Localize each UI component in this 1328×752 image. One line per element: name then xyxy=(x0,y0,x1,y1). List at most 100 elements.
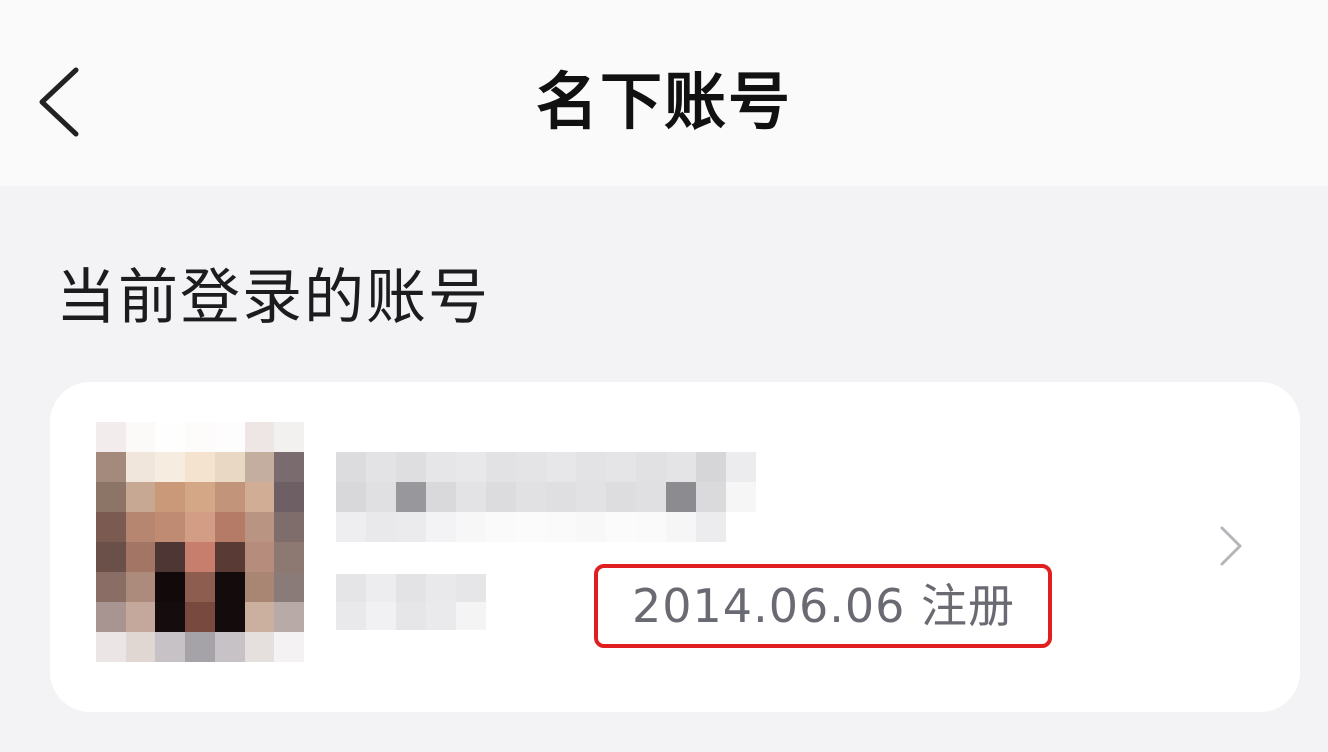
mosaic-cell xyxy=(274,482,304,512)
mosaic-cell xyxy=(125,572,156,602)
mosaic-cell xyxy=(726,452,756,482)
mosaic-cell xyxy=(486,452,516,482)
account-name-redacted xyxy=(336,452,756,542)
mosaic-cell xyxy=(336,574,366,602)
mosaic-cell xyxy=(576,452,606,482)
mosaic-cell xyxy=(576,482,606,512)
mosaic-cell xyxy=(576,512,606,542)
mosaic-cell xyxy=(274,632,304,662)
mosaic-cell xyxy=(426,482,456,512)
mosaic-cell xyxy=(214,512,245,542)
mosaic-cell xyxy=(666,452,696,482)
mosaic-cell xyxy=(214,632,245,662)
mosaic-cell xyxy=(155,422,186,452)
mosaic-cell xyxy=(486,512,516,542)
account-id-redacted xyxy=(336,574,486,630)
mosaic-cell xyxy=(666,512,696,542)
mosaic-cell xyxy=(96,632,126,662)
mosaic-cell xyxy=(456,574,486,602)
mosaic-cell xyxy=(546,452,576,482)
mosaic-cell xyxy=(456,452,486,482)
mosaic-cell xyxy=(426,452,456,482)
mosaic-cell xyxy=(546,512,576,542)
mosaic-cell xyxy=(244,602,275,632)
mosaic-cell xyxy=(396,452,426,482)
mosaic-cell xyxy=(426,574,456,602)
mosaic-cell xyxy=(606,482,636,512)
mosaic-cell xyxy=(155,542,186,572)
mosaic-cell xyxy=(244,422,275,452)
mosaic-cell xyxy=(214,452,245,482)
mosaic-cell xyxy=(336,452,366,482)
mosaic-cell xyxy=(185,632,215,662)
mosaic-cell xyxy=(185,452,215,482)
mosaic-cell xyxy=(516,452,546,482)
mosaic-cell xyxy=(214,572,245,602)
mosaic-cell xyxy=(366,512,396,542)
mosaic-cell xyxy=(336,512,366,542)
chevron-right-icon[interactable] xyxy=(1216,522,1246,570)
navigation-bar: 名下账号 xyxy=(0,0,1328,186)
mosaic-cell xyxy=(666,482,696,512)
account-card[interactable]: 2014.06.06 注册 xyxy=(50,382,1300,712)
section-title: 当前登录的账号 xyxy=(56,263,490,333)
mosaic-cell xyxy=(125,452,156,482)
mosaic-cell xyxy=(336,482,366,512)
mosaic-cell xyxy=(366,602,396,630)
mosaic-cell xyxy=(185,482,215,512)
mosaic-cell xyxy=(96,512,126,542)
register-date: 2014.06.06 注册 xyxy=(632,579,1015,633)
mosaic-cell xyxy=(426,602,456,630)
mosaic-cell xyxy=(244,632,275,662)
mosaic-cell xyxy=(155,602,186,632)
mosaic-cell xyxy=(726,512,756,542)
mosaic-cell xyxy=(456,602,486,630)
mosaic-cell xyxy=(396,574,426,602)
mosaic-cell xyxy=(214,422,245,452)
mosaic-cell xyxy=(274,452,304,482)
mosaic-cell xyxy=(726,482,756,512)
mosaic-cell xyxy=(155,512,186,542)
mosaic-cell xyxy=(155,632,186,662)
mosaic-cell xyxy=(696,452,726,482)
mosaic-cell xyxy=(456,482,486,512)
mosaic-cell xyxy=(185,572,215,602)
mosaic-cell xyxy=(125,512,156,542)
mosaic-cell xyxy=(125,632,156,662)
mosaic-cell xyxy=(366,452,396,482)
mosaic-cell xyxy=(125,482,156,512)
mosaic-cell xyxy=(366,574,396,602)
mosaic-cell xyxy=(366,482,396,512)
mosaic-cell xyxy=(155,572,186,602)
mosaic-cell xyxy=(185,422,215,452)
mosaic-cell xyxy=(636,482,666,512)
mosaic-cell xyxy=(636,452,666,482)
mosaic-cell xyxy=(274,602,304,632)
mosaic-cell xyxy=(96,542,126,572)
mosaic-cell xyxy=(214,482,245,512)
mosaic-cell xyxy=(185,542,215,572)
mosaic-cell xyxy=(244,512,275,542)
mosaic-cell xyxy=(606,512,636,542)
mosaic-cell xyxy=(185,512,215,542)
mosaic-cell xyxy=(396,512,426,542)
mosaic-cell xyxy=(96,482,126,512)
avatar xyxy=(96,422,304,662)
mosaic-cell xyxy=(274,572,304,602)
mosaic-cell xyxy=(546,482,576,512)
mosaic-cell xyxy=(516,482,546,512)
mosaic-cell xyxy=(96,572,126,602)
mosaic-cell xyxy=(244,452,275,482)
mosaic-cell xyxy=(125,422,156,452)
mosaic-cell xyxy=(486,482,516,512)
mosaic-cell xyxy=(516,512,546,542)
mosaic-cell xyxy=(214,542,245,572)
mosaic-cell xyxy=(274,512,304,542)
page-title: 名下账号 xyxy=(535,65,792,138)
mosaic-cell xyxy=(336,602,366,630)
mosaic-cell xyxy=(274,422,304,452)
mosaic-cell xyxy=(426,512,456,542)
mosaic-cell xyxy=(125,602,156,632)
mosaic-cell xyxy=(214,602,245,632)
mosaic-cell xyxy=(696,512,726,542)
